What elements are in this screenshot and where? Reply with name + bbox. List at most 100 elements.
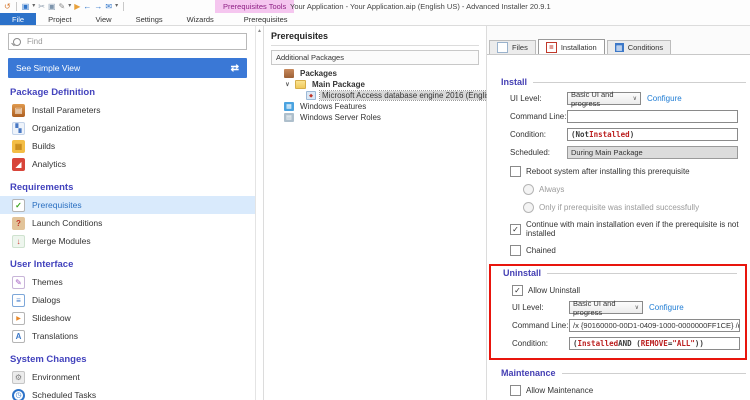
allow-maintenance-checkbox[interactable] — [510, 385, 521, 396]
install-ui-level-row: UI Level: Basic UI and progress ∨ Config… — [510, 90, 750, 108]
uninstall-ui-level-row: UI Level: Basic UI and progress ∨ Config… — [512, 299, 741, 317]
email-icon[interactable]: ✉ — [105, 1, 112, 12]
reboot-checkbox-row[interactable]: Reboot system after installing this prer… — [510, 166, 750, 177]
group-rule — [533, 81, 746, 83]
only-if-radio[interactable] — [523, 202, 534, 213]
sidebar: See Simple View ⇄ Package Definition Inst… — [0, 26, 255, 400]
sidebar-item-dialogs[interactable]: Dialogs — [0, 291, 255, 309]
sidebar-item-translations[interactable]: Translations — [0, 327, 255, 345]
tab-label: Files — [512, 43, 528, 52]
sidebar-item-label: Install Parameters — [32, 105, 101, 115]
maintenance-group-label: Maintenance — [501, 368, 556, 378]
ribbon-tab-settings[interactable]: Settings — [124, 13, 175, 25]
sidebar-item-prerequisites[interactable]: Prerequisites — [0, 196, 255, 214]
continue-checkbox[interactable] — [510, 223, 521, 235]
ribbon-tab-view[interactable]: View — [83, 13, 123, 25]
ribbon-tab-wizards[interactable]: Wizards — [175, 13, 226, 25]
sidebar-item-environment[interactable]: Environment — [0, 368, 255, 386]
ribbon-tab-prerequisites[interactable]: Prerequisites — [232, 13, 300, 25]
sidebar-sections: Package Definition Install Parameters Orga… — [0, 87, 255, 400]
expander-icon[interactable]: ∨ — [284, 81, 291, 88]
organization-icon — [12, 121, 25, 135]
sidebar-item-themes[interactable]: Themes — [0, 273, 255, 291]
sidebar-section-user-interface: User Interface — [10, 259, 74, 270]
uninstall-condition-row: Condition: (Installed AND ( REMOVE = "AL… — [512, 337, 741, 350]
run-icon[interactable]: ▶ — [74, 1, 80, 12]
tree-item-microsoft-access-database-engine-2016-english[interactable]: Microsoft Access database engine 2016 (E… — [271, 90, 501, 101]
merge-modules-icon — [12, 234, 25, 248]
tree-item-packages[interactable]: Packages — [271, 68, 479, 79]
contextual-tab-prerequisites-tools[interactable]: Prerequisites Tools — [215, 0, 295, 13]
continue-checkbox-row[interactable]: Continue with main installation even if … — [510, 220, 750, 238]
install-ui-level-dropdown[interactable]: Basic UI and progress ∨ — [567, 90, 641, 108]
tab-installation[interactable]: Installation — [537, 39, 605, 54]
dropdown-icon[interactable]: ▾ — [32, 1, 35, 12]
allow-maintenance-checkbox-row[interactable]: Allow Maintenance — [510, 385, 750, 396]
sidebar-item-analytics[interactable]: Analytics — [0, 155, 255, 173]
uninstall-command-line-input[interactable]: /x {90160000-00D1-0409-1000-0000000FF1CE… — [569, 319, 740, 332]
install-parameters-icon — [12, 103, 25, 117]
tree-item-windows-features[interactable]: Windows Features — [271, 101, 479, 112]
dropdown-icon[interactable]: ▾ — [115, 1, 118, 12]
only-if-radio-row[interactable]: Only if prerequisite was installed succe… — [523, 202, 750, 213]
tree-item-windows-server-roles[interactable]: Windows Server Roles — [271, 112, 479, 123]
chained-checkbox-row[interactable]: Chained — [510, 245, 750, 256]
find-box[interactable] — [8, 33, 247, 50]
cut-icon[interactable]: ✂ — [38, 1, 45, 12]
sidebar-item-slideshow[interactable]: Slideshow — [0, 309, 255, 327]
slideshow-icon — [12, 311, 25, 325]
sidebar-item-builds[interactable]: Builds — [0, 137, 255, 155]
tab-conditions[interactable]: Conditions — [606, 40, 672, 54]
tree-item-label: Main Package — [312, 80, 365, 89]
save-icon[interactable]: ▣ — [22, 1, 30, 12]
find-input[interactable] — [25, 36, 242, 47]
allow-uninstall-checkbox[interactable] — [512, 285, 523, 296]
uninstall-condition-input[interactable]: (Installed AND ( REMOVE = "ALL" )) — [569, 337, 740, 350]
install-condition-input[interactable]: (Not Installed) — [567, 128, 738, 141]
sidebar-section-requirements: Requirements — [10, 182, 74, 193]
maintenance-group-header: Maintenance — [501, 368, 750, 378]
install-command-line-input[interactable] — [567, 110, 738, 123]
additional-packages-header: Additional Packages — [271, 50, 479, 65]
chained-label: Chained — [526, 246, 556, 255]
dropdown-icon[interactable]: ▾ — [68, 1, 71, 12]
back-icon[interactable]: ← — [83, 1, 91, 12]
see-simple-view-button[interactable]: See Simple View ⇄ — [8, 58, 247, 78]
sidebar-scrollbar[interactable]: ▲ — [255, 26, 263, 400]
sidebar-item-install-parameters[interactable]: Install Parameters — [0, 101, 255, 119]
always-radio-row[interactable]: Always — [523, 184, 750, 195]
title-bar: ↺ ▣ ▾ ✂ ▣ ✎ ▾ ▶ ← → ✉ ▾ Prerequisites Tools Your Ap… — [0, 0, 750, 13]
chained-checkbox[interactable] — [510, 245, 521, 256]
sidebar-item-label: Prerequisites — [32, 200, 82, 210]
ribbon-tab-file[interactable]: File — [0, 13, 37, 25]
tab-files[interactable]: Files — [489, 40, 536, 54]
undo-icon[interactable]: ↺ — [4, 1, 11, 12]
group-rule — [547, 272, 737, 274]
always-radio[interactable] — [523, 184, 534, 195]
sidebar-item-merge-modules[interactable]: Merge Modules — [0, 232, 255, 250]
allow-maintenance-label: Allow Maintenance — [526, 386, 594, 395]
uninstall-ui-level-dropdown[interactable]: Basic UI and progress ∨ — [569, 299, 643, 317]
reboot-checkbox[interactable] — [510, 166, 521, 177]
edit-icon[interactable]: ✎ — [59, 1, 66, 12]
sidebar-item-launch-conditions[interactable]: Launch Conditions — [0, 214, 255, 232]
sidebar-item-scheduled-tasks[interactable]: Scheduled Tasks — [0, 386, 255, 400]
save-all-icon[interactable]: ▣ — [48, 1, 56, 12]
tree-item-label: Windows Server Roles — [300, 113, 381, 122]
details-panel: Files Installation Conditions Install UI L… — [487, 26, 750, 400]
condition-segment: ) — [629, 130, 635, 139]
install-configure-link[interactable]: Configure — [647, 94, 682, 103]
red-annotation-box: Uninstall Allow Uninstall UI Level: Basi… — [489, 264, 747, 360]
condition-label: Condition: — [510, 130, 547, 139]
swap-view-icon: ⇄ — [230, 62, 239, 74]
uninstall-configure-link[interactable]: Configure — [649, 303, 684, 312]
sidebar-item-organization[interactable]: Organization — [0, 119, 255, 137]
sidebar-item-label: Dialogs — [32, 295, 61, 305]
allow-uninstall-checkbox-row[interactable]: Allow Uninstall — [512, 285, 741, 296]
tree-item-main-package[interactable]: ∨ Main Package — [271, 79, 479, 90]
scheduled-dropdown[interactable]: During Main Package — [567, 146, 738, 159]
windows-server-roles-icon — [284, 113, 294, 122]
prerequisites-panel: Prerequisites Additional Packages Packag… — [263, 26, 501, 400]
ribbon-tab-project[interactable]: Project — [36, 13, 83, 25]
forward-icon[interactable]: → — [94, 1, 102, 12]
